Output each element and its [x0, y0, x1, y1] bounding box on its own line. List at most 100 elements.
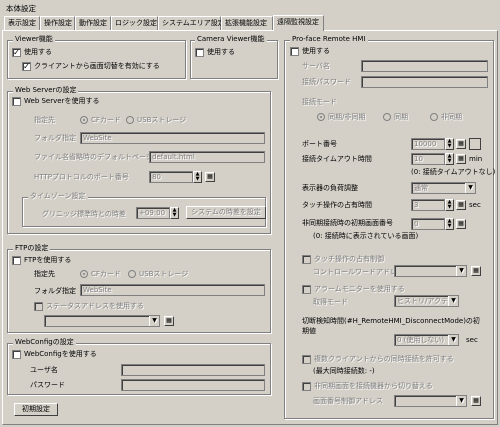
ftp-dest-cf-radio[interactable]: [80, 270, 88, 278]
disconnect-label: 切断検知時間(#H_RemoteHMI_DisconnectMode)の初期値: [302, 317, 480, 335]
web-port-spinner[interactable]: ▲ ▼: [193, 171, 202, 183]
timeout-input[interactable]: 10: [411, 153, 445, 165]
web-dest-usb-radio[interactable]: [126, 116, 134, 124]
web-port-label: HTTPプロトコルのポート番号: [34, 173, 129, 181]
screen-ctrl-select[interactable]: ▼: [394, 395, 467, 407]
timeout-keypad-icon[interactable]: ▦: [456, 154, 466, 164]
acquire-mode-select[interactable]: ヒストリ/アクティブ ▼: [394, 295, 459, 307]
camera-enable-checkbox[interactable]: [195, 48, 204, 57]
load-adjust-select[interactable]: 通常 ▼: [411, 182, 476, 194]
web-group-title: Web Serverの設定: [13, 86, 79, 95]
touch-time-spinner[interactable]: ▲ ▼: [445, 199, 454, 211]
web-dest-cf-label: CFカード: [91, 116, 121, 124]
mode-async-radio[interactable]: [430, 113, 438, 121]
ctrl-word-picker-icon[interactable]: ▦: [471, 266, 481, 276]
touch-time-unit: sec: [469, 201, 481, 209]
client-switch-checkbox[interactable]: ✓: [22, 62, 31, 71]
screen-ctrl-picker-icon[interactable]: ▦: [471, 396, 481, 406]
viewer-enable-checkbox[interactable]: ✓: [12, 48, 21, 57]
disconnect-unit: sec: [466, 336, 478, 344]
async-switch-checkbox[interactable]: [302, 382, 311, 391]
chevron-down-icon: ▼: [465, 183, 475, 193]
async-screen-input[interactable]: 0: [411, 218, 445, 230]
touch-time-keypad-icon[interactable]: ▦: [456, 200, 466, 210]
remote-port-input[interactable]: 10000: [411, 138, 445, 150]
ftp-status-addr-picker-icon[interactable]: ▦: [164, 316, 174, 326]
tab-remote-monitor[interactable]: 遠隔監視設定: [273, 15, 324, 31]
webconfig-user-input[interactable]: [121, 364, 265, 376]
mode-sync-async-radio[interactable]: [317, 113, 325, 121]
ftp-status-addr-checkbox[interactable]: [34, 302, 43, 311]
web-enable-label: Web Serverを使用する: [24, 97, 100, 105]
timeout-spinner[interactable]: ▲ ▼: [445, 153, 454, 165]
web-dest-cf-radio[interactable]: [80, 116, 88, 124]
web-port-input[interactable]: 80: [149, 171, 193, 183]
tab-extension[interactable]: 拡張機能設定: [221, 16, 273, 30]
multi-client-checkbox[interactable]: [302, 355, 311, 364]
timezone-group-title: タイムゾーン設定: [28, 192, 88, 201]
viewer-group-title: Viewer機能: [13, 35, 55, 44]
camera-group: [190, 40, 278, 79]
load-adjust-label: 表示器の負荷調整: [302, 184, 358, 192]
web-folder-input[interactable]: WebSite: [80, 132, 265, 144]
port-extra-button[interactable]: [469, 138, 481, 150]
conn-password-input[interactable]: [361, 76, 488, 88]
server-name-input[interactable]: [361, 60, 488, 72]
timeout-label: 接続タイムアウト時間: [302, 155, 372, 163]
remote-port-spinner[interactable]: ▲ ▼: [445, 138, 454, 150]
tab-operation[interactable]: 操作設定: [40, 16, 75, 30]
async-screen-keypad-icon[interactable]: ▦: [456, 219, 466, 229]
remote-port-label: ポート番号: [302, 140, 337, 148]
touch-time-input[interactable]: 3: [411, 199, 445, 211]
ftp-folder-input[interactable]: WebSite: [80, 284, 265, 296]
mode-sync-async-label: 同期/非同期: [328, 113, 366, 121]
web-dest-label: 指定先: [34, 116, 55, 124]
web-folder-label: フォルダ指定: [34, 134, 76, 142]
viewer-group: [7, 40, 186, 79]
disconnect-select[interactable]: 0 (使用しない) ▼: [394, 334, 459, 346]
ftp-status-addr-select[interactable]: ▼: [44, 315, 160, 327]
alarm-monitor-label: アラームモニターを使用する: [314, 285, 405, 293]
ftp-enable-label: FTPを使用する: [24, 256, 72, 264]
conn-password-label: 接続パスワード: [302, 78, 351, 86]
set-system-timezone-button[interactable]: システムの時差を設定: [186, 206, 266, 219]
ftp-dest-usb-radio[interactable]: [128, 270, 136, 278]
init-settings-button[interactable]: 初期設定: [14, 403, 58, 416]
mode-sync-radio[interactable]: [383, 113, 391, 121]
chevron-down-icon: ▼: [448, 296, 458, 306]
ftp-dest-label: 指定先: [34, 270, 55, 278]
chevron-down-icon: ▼: [456, 266, 466, 276]
touch-occupy-checkbox[interactable]: [302, 255, 311, 264]
ftp-dest-cf-label: CFカード: [91, 270, 121, 278]
tab-system-area[interactable]: システムエリア設定: [158, 16, 225, 30]
tab-action[interactable]: 動作設定: [75, 16, 111, 30]
ftp-group-title: FTPの設定: [13, 244, 51, 253]
conn-mode-label: 接続モード: [302, 98, 337, 106]
web-port-keypad-icon[interactable]: ▦: [205, 172, 215, 182]
tab-display[interactable]: 表示設定: [4, 16, 40, 30]
screen-ctrl-label: 画面番号制御アドレス: [313, 397, 383, 405]
remote-port-keypad-icon[interactable]: ▦: [456, 139, 466, 149]
web-default-page-input[interactable]: default.html: [149, 151, 265, 163]
webconfig-pass-label: パスワード: [30, 381, 65, 389]
webconfig-enable-checkbox[interactable]: [12, 350, 21, 359]
timezone-spinner[interactable]: ▲ ▼: [170, 207, 179, 219]
web-enable-checkbox[interactable]: [12, 97, 21, 106]
webconfig-group-title: WebConfigの設定: [13, 338, 76, 347]
webconfig-pass-input[interactable]: [121, 379, 265, 391]
ftp-enable-checkbox[interactable]: [12, 256, 21, 265]
server-name-label: サーバ名: [302, 62, 330, 70]
alarm-monitor-checkbox[interactable]: [302, 285, 311, 294]
chevron-down-icon: ▼: [448, 335, 458, 345]
tab-logic[interactable]: ロジック設定: [111, 16, 158, 30]
ctrl-word-select[interactable]: ▼: [394, 265, 467, 277]
timezone-input[interactable]: +09:00: [136, 207, 170, 219]
camera-enable-label: 使用する: [207, 48, 235, 56]
remote-enable-checkbox[interactable]: [290, 47, 299, 56]
async-screen-spinner[interactable]: ▲ ▼: [445, 218, 454, 230]
mode-sync-label: 同期: [394, 113, 408, 121]
chevron-down-icon: ▼: [149, 316, 159, 326]
chevron-down-icon: ▼: [456, 396, 466, 406]
ctrl-word-label: コントロールワードアドレス: [313, 268, 404, 276]
max-conn-note: (最大同時接続数: -): [313, 367, 375, 375]
